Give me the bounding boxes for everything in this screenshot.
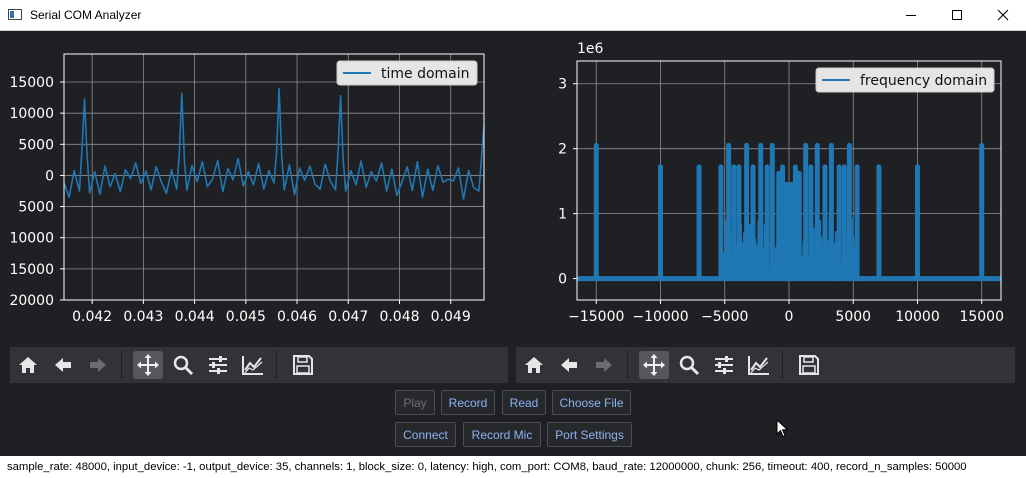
legend-label: time domain <box>381 66 470 82</box>
mouse-cursor-icon <box>776 419 789 438</box>
port-settings-button[interactable]: Port Settings <box>547 422 632 447</box>
close-icon <box>997 9 1009 21</box>
pan-button[interactable] <box>133 351 163 379</box>
x-tick-label: 0 <box>785 309 794 325</box>
forward-arrow-icon <box>90 358 106 372</box>
y-tick-label: 5000 <box>18 200 54 216</box>
back-arrow-button[interactable] <box>48 351 78 379</box>
y-tick-label: 3 <box>558 77 567 93</box>
edit-axis-button[interactable] <box>238 351 268 379</box>
zoom-icon <box>679 355 700 376</box>
toolbar-separator <box>782 351 783 379</box>
configure-subplots-icon <box>715 356 733 374</box>
y-tick-label: 10000 <box>9 231 54 247</box>
time-domain-plot[interactable]: 0.042 0.043 0.044 0.045 0.046 0.047 0.048 0.049… <box>0 31 513 347</box>
legend: time domain <box>336 60 478 86</box>
home-button[interactable] <box>13 351 43 379</box>
maximize-button[interactable] <box>934 0 980 30</box>
home-button[interactable] <box>519 351 549 379</box>
window-title: Serial COM Analyzer <box>30 8 142 22</box>
x-tick-label: 15000 <box>959 309 1004 325</box>
y-tick-label: 20000 <box>9 293 54 309</box>
edit-axis-button[interactable] <box>744 351 774 379</box>
axis-scale-label: 1e6 <box>577 41 604 57</box>
minimize-button[interactable] <box>888 0 934 30</box>
y-tick-label: 1 <box>558 207 567 223</box>
forward-arrow-button[interactable] <box>589 351 619 379</box>
x-tick-label: 5000 <box>835 309 871 325</box>
title-bar: Serial COM Analyzer <box>0 0 1026 31</box>
y-tick-label: 0 <box>558 272 567 288</box>
pan-icon <box>643 354 665 376</box>
plot-toolbar-left <box>10 347 508 383</box>
y-tick-label: 5000 <box>18 137 54 153</box>
x-tick-label: 0.044 <box>175 309 215 325</box>
back-arrow-icon <box>55 358 71 372</box>
configure-subplots-button[interactable] <box>709 351 739 379</box>
app-window-icon <box>8 9 22 20</box>
frequency-domain-plot[interactable]: −15000 −10000 −5000 0 5000 10000 15000 0 1 2 3 1e6 f… <box>513 31 1026 347</box>
y-tick-label: 10000 <box>9 106 54 122</box>
status-bar: sample_rate: 48000, input_device: -1, ou… <box>0 456 1026 478</box>
x-tick-label: −15000 <box>568 309 624 325</box>
home-icon <box>19 357 37 373</box>
connect-button[interactable]: Connect <box>395 422 456 447</box>
x-tick-label: 0.043 <box>123 309 163 325</box>
x-tick-label: −10000 <box>632 309 688 325</box>
record-button[interactable]: Record <box>441 390 495 415</box>
save-button[interactable] <box>288 351 318 379</box>
x-tick-label: 0.042 <box>72 309 112 325</box>
play-button[interactable]: Play <box>395 390 435 415</box>
save-icon <box>293 355 313 375</box>
x-tick-label: −5000 <box>701 309 748 325</box>
save-icon <box>799 355 819 375</box>
plot-toolbar-right <box>516 347 1015 383</box>
zoom-button[interactable] <box>168 351 198 379</box>
x-tick-label: 0.046 <box>277 309 317 325</box>
home-icon <box>525 357 543 373</box>
back-arrow-icon <box>561 358 577 372</box>
x-tick-label: 0.049 <box>431 309 471 325</box>
edit-axis-icon <box>748 356 769 375</box>
read-button[interactable]: Read <box>502 390 546 415</box>
x-tick-label: 0.047 <box>328 309 368 325</box>
legend: frequency domain <box>815 67 995 93</box>
back-arrow-button[interactable] <box>554 351 584 379</box>
configure-subplots-icon <box>209 356 227 374</box>
forward-arrow-button[interactable] <box>83 351 113 379</box>
y-tick-label: 15000 <box>9 75 54 91</box>
x-tick-label: 0.045 <box>226 309 266 325</box>
toolbar-separator <box>627 351 628 379</box>
maximize-icon <box>952 10 962 20</box>
close-button[interactable] <box>980 0 1026 30</box>
y-tick-label: 2 <box>558 142 567 158</box>
x-tick-label: 0.048 <box>379 309 419 325</box>
zoom-icon <box>173 355 194 376</box>
x-tick-label: 10000 <box>895 309 940 325</box>
pan-button[interactable] <box>639 351 669 379</box>
save-button[interactable] <box>794 351 824 379</box>
edit-axis-icon <box>242 356 263 375</box>
y-tick-label: 15000 <box>9 262 54 278</box>
record-mic-button[interactable]: Record Mic <box>463 422 541 447</box>
forward-arrow-icon <box>596 358 612 372</box>
zoom-button[interactable] <box>674 351 704 379</box>
choose-file-button[interactable]: Choose File <box>552 390 631 415</box>
toolbar-separator <box>121 351 122 379</box>
y-tick-label: 0 <box>45 168 54 184</box>
configure-subplots-button[interactable] <box>203 351 233 379</box>
toolbar-separator <box>276 351 277 379</box>
minimize-icon <box>906 15 916 16</box>
legend-label: frequency domain <box>860 73 987 89</box>
pan-icon <box>137 354 159 376</box>
